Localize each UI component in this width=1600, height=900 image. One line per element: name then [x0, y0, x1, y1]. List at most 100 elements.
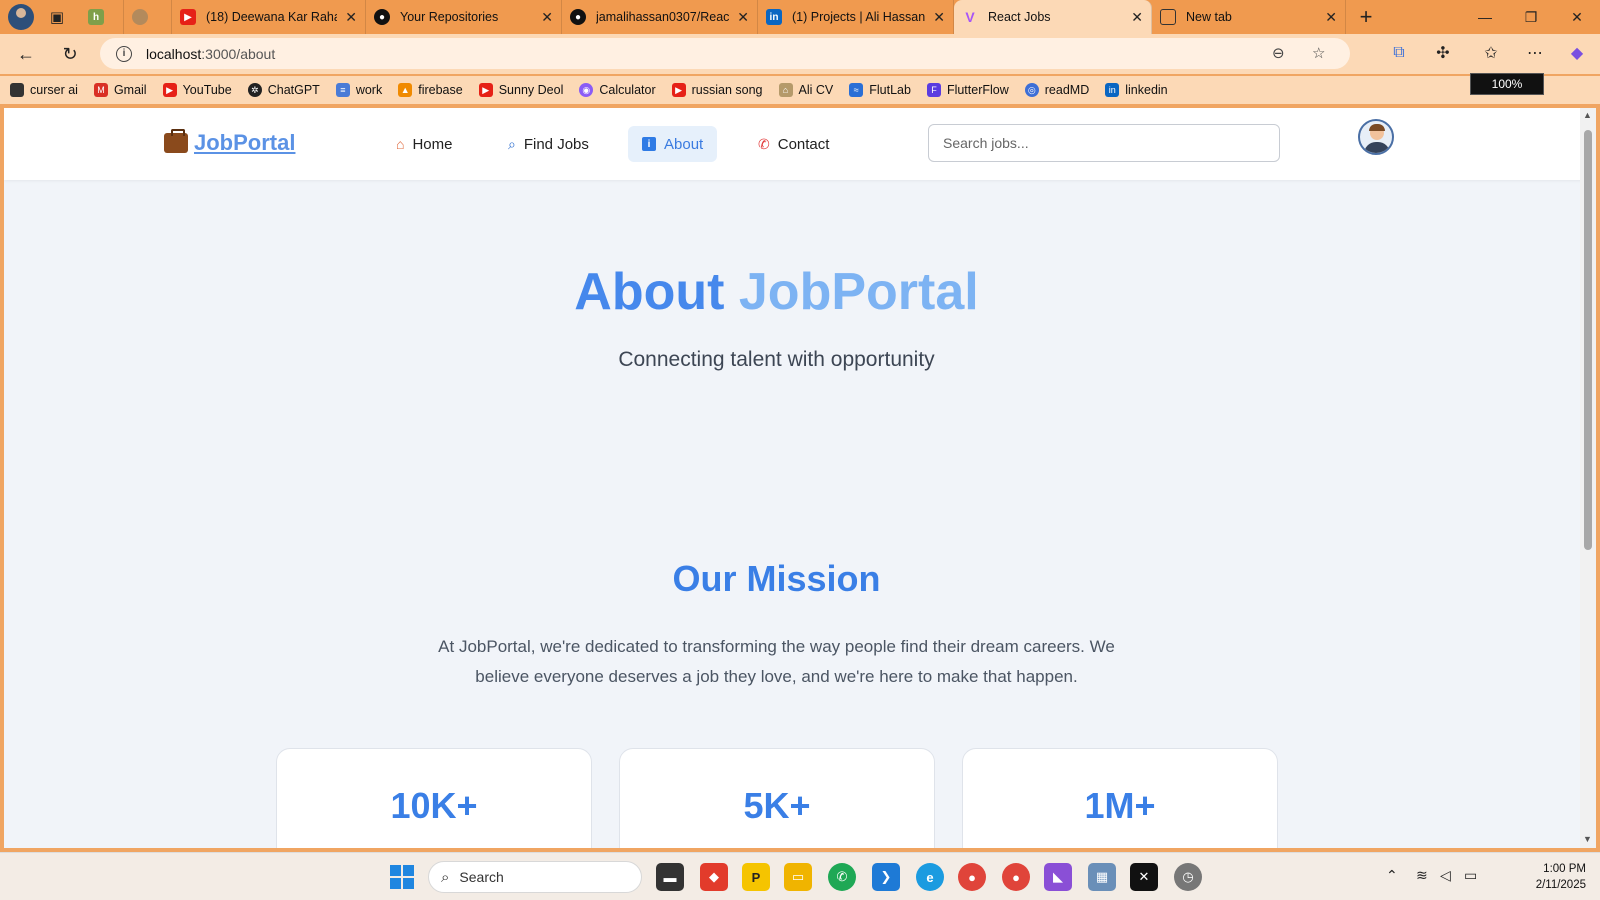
cv-icon: ⌂	[778, 83, 793, 97]
bookmark-label: ChatGPT	[267, 83, 320, 97]
youtube-icon: ▶	[180, 9, 196, 25]
more-options-icon[interactable]: ⋯	[1520, 38, 1550, 68]
extensions-icon[interactable]: ✣	[1428, 38, 1458, 68]
bookmark-label: Sunny Deol	[498, 83, 564, 97]
visual-studio-icon[interactable]: ◣	[1044, 863, 1072, 891]
zoom-out-icon[interactable]: ⊖	[1272, 44, 1285, 62]
bookmark-linkedin[interactable]: in linkedin	[1105, 83, 1168, 97]
copilot-icon[interactable]: ◆	[1562, 38, 1592, 68]
chat-app-icon[interactable]: P	[742, 863, 770, 891]
close-icon[interactable]: ✕	[737, 9, 749, 26]
taskbar-search[interactable]: ⌕ Search	[428, 861, 642, 893]
reload-button[interactable]: ↻	[50, 38, 90, 70]
address-bar[interactable]: i localhost:3000/about ⊖ ☆	[100, 38, 1350, 69]
url-text: localhost:3000/about	[146, 46, 275, 62]
tab-linkedin[interactable]: in (1) Projects | Ali Hassan | L ✕	[758, 0, 954, 34]
linkedin-icon: in	[766, 9, 782, 25]
page-scrollbar[interactable]: ▲ ▼	[1580, 108, 1596, 848]
browser-profile-avatar[interactable]	[8, 4, 34, 30]
battery-icon[interactable]: ▭	[1464, 867, 1477, 884]
vscode-icon[interactable]: ❯	[872, 863, 900, 891]
window-close-icon[interactable]: ✕	[1554, 0, 1600, 34]
scrollbar-thumb[interactable]	[1584, 130, 1592, 550]
close-icon[interactable]: ✕	[345, 9, 357, 26]
folder-icon[interactable]: ▭	[784, 863, 812, 891]
minimize-icon[interactable]: —	[1462, 0, 1508, 34]
show-hidden-icons[interactable]: ⌃	[1386, 867, 1398, 884]
bookmark-sunny-deol[interactable]: ▶ Sunny Deol	[478, 83, 564, 97]
favorites-icon[interactable]: ✩	[1476, 38, 1506, 68]
user-avatar[interactable]	[1358, 119, 1394, 155]
page-viewport: JobPortal ⌂ Home ⌕ Find Jobs i About ✆ C…	[4, 108, 1584, 848]
workspaces-icon[interactable]: ▣	[34, 0, 80, 34]
close-icon[interactable]: ✕	[1325, 9, 1337, 26]
nav-home[interactable]: ⌂ Home	[382, 126, 466, 162]
nav-about[interactable]: i About	[628, 126, 718, 162]
bookmark-ali-cv[interactable]: ⌂ Ali CV	[778, 83, 833, 97]
translate-icon[interactable]: ⧉	[1384, 38, 1414, 68]
bookmark-russian-song[interactable]: ▶ russian song	[671, 83, 763, 97]
whatsapp-icon[interactable]: ✆	[828, 863, 856, 891]
stat-value: 1M+	[1084, 785, 1156, 826]
bookmark-youtube[interactable]: ▶ YouTube	[162, 83, 232, 97]
mission-text: At JobPortal, we're dedicated to transfo…	[438, 637, 1115, 686]
close-icon[interactable]: ✕	[541, 9, 553, 26]
nav-find-jobs[interactable]: ⌕ Find Jobs	[494, 126, 603, 162]
anydesk-icon[interactable]: ◆	[700, 863, 728, 891]
phone-icon: ✆	[758, 135, 770, 152]
title-part-about: About	[574, 263, 739, 321]
capcut-icon[interactable]: ✕	[1130, 863, 1158, 891]
file-explorer-dark-icon[interactable]: ▬	[656, 863, 684, 891]
nav-contact[interactable]: ✆ Contact	[744, 126, 843, 162]
favorite-star-icon[interactable]: ☆	[1312, 44, 1325, 62]
back-button[interactable]: ←	[6, 38, 46, 70]
bookmark-label: russian song	[691, 83, 763, 97]
chrome-profile-icon[interactable]: ●	[1002, 863, 1030, 891]
job-search-input[interactable]	[928, 124, 1280, 162]
windows-taskbar: ⌕ Search ▬ ◆ P ▭ ✆ ❯ e ● ● ◣ ▦ ✕ ◷ ⌃ ≋ ◁…	[0, 852, 1600, 900]
clock-date: 2/11/2025	[1535, 879, 1586, 891]
scroll-down-icon[interactable]: ▼	[1583, 834, 1592, 844]
bookmark-readmd[interactable]: ◎ readMD	[1024, 83, 1089, 97]
logo-text: JobPortal	[194, 130, 296, 155]
restore-icon[interactable]: ❐	[1508, 0, 1554, 34]
bookmark-firebase[interactable]: ▲ firebase	[398, 83, 463, 97]
bookmark-gmail[interactable]: M Gmail	[93, 83, 147, 97]
tab-new[interactable]: New tab ✕	[1152, 0, 1346, 34]
stat-value: 10K+	[390, 785, 478, 826]
tab-github-react[interactable]: ● jamalihassan0307/React-J ✕	[562, 0, 758, 34]
close-icon[interactable]: ✕	[1131, 9, 1143, 26]
house-icon: ⌂	[396, 136, 405, 152]
site-logo[interactable]: JobPortal	[164, 129, 296, 156]
bookmark-curser-ai[interactable]: curser ai	[10, 83, 78, 97]
tab-github-repos[interactable]: ● Your Repositories ✕	[366, 0, 562, 34]
volume-icon[interactable]: ◁	[1440, 867, 1451, 884]
chrome-icon[interactable]: ●	[958, 863, 986, 891]
tab-label: (1) Projects | Ali Hassan | L	[792, 10, 926, 24]
edge-icon[interactable]: e	[916, 863, 944, 891]
clock-app-icon[interactable]: ◷	[1174, 863, 1202, 891]
tab-youtube[interactable]: ▶ (18) Deewana Kar Raha Ha ✕	[172, 0, 366, 34]
system-clock[interactable]: 1:00 PM 2/11/2025	[1500, 861, 1586, 893]
tab-react-jobs[interactable]: V React Jobs ✕	[954, 0, 1152, 34]
stat-card: 1M+	[962, 748, 1278, 848]
page-subtitle: Connecting talent with opportunity	[618, 348, 935, 371]
scroll-up-icon[interactable]: ▲	[1583, 110, 1592, 120]
bookmark-calculator[interactable]: ◉ Calculator	[579, 83, 656, 97]
mission-heading: Our Mission	[672, 558, 881, 599]
wifi-icon[interactable]: ≋	[1416, 867, 1428, 884]
new-tab-button[interactable]: +	[1346, 0, 1386, 34]
tab-pinned-2[interactable]	[124, 0, 172, 34]
windows-start-icon[interactable]	[390, 865, 414, 889]
bookmark-flutterflow[interactable]: F FlutterFlow	[926, 83, 1009, 97]
tab-pinned-1[interactable]: h	[80, 0, 124, 34]
nav-label: Contact	[777, 135, 830, 153]
close-icon[interactable]: ✕	[933, 9, 945, 26]
gmail-icon: M	[93, 83, 108, 97]
image-viewer-icon[interactable]: ▦	[1088, 863, 1116, 891]
bookmark-chatgpt[interactable]: ✲ ChatGPT	[247, 83, 320, 97]
bookmark-flutlab[interactable]: ≈ FlutLab	[849, 83, 911, 97]
bookmark-work[interactable]: ≡ work	[335, 83, 382, 97]
site-info-icon[interactable]: i	[116, 45, 132, 62]
linkedin-icon: in	[1105, 83, 1120, 97]
